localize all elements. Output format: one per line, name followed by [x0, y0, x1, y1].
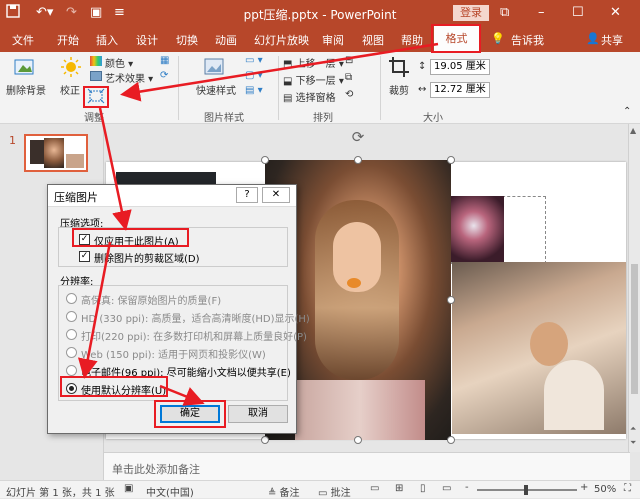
arrow-option-to-resolution [77, 241, 112, 379]
arrow-compress-to-dialog [98, 107, 132, 231]
arrow-resolution-to-ok [159, 384, 205, 406]
arrow-format-to-compress [120, 42, 439, 102]
annotation-arrows [77, 42, 439, 406]
